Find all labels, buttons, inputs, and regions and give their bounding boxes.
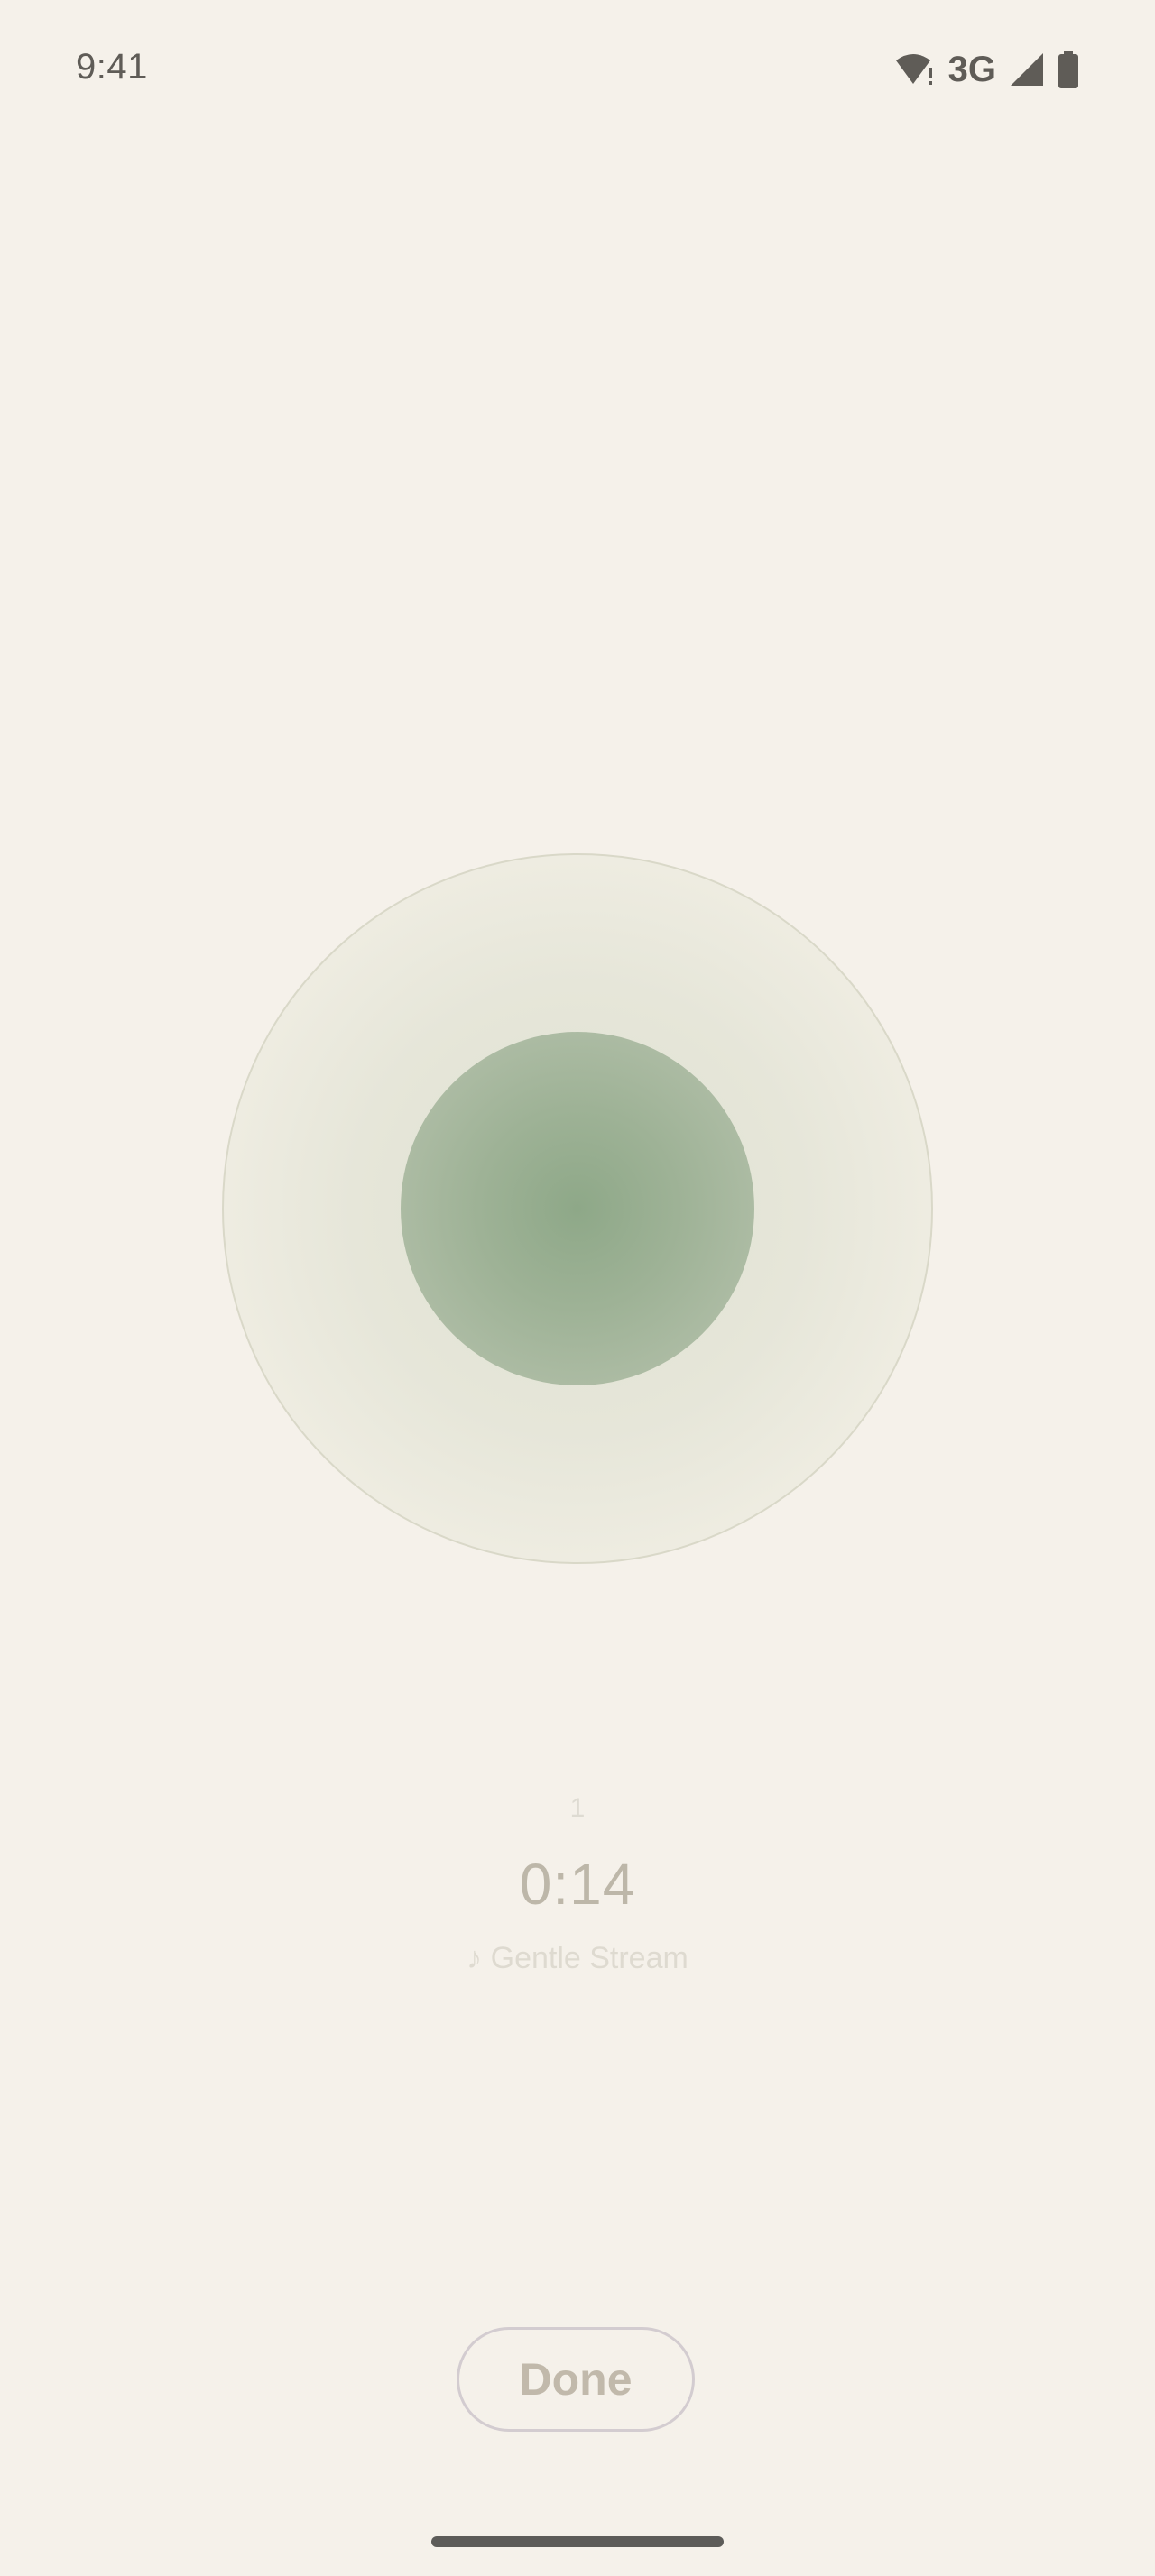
network-type-label: 3G xyxy=(947,50,996,89)
battery-icon xyxy=(1058,51,1079,88)
breath-count: 1 xyxy=(569,1793,586,1823)
wifi-alert-icon xyxy=(894,51,936,87)
done-button[interactable]: Done xyxy=(457,2327,695,2432)
status-icons: 3G xyxy=(894,49,1079,90)
status-bar: 9:41 3G xyxy=(0,0,1155,135)
breathing-visual xyxy=(222,853,933,1564)
status-time: 9:41 xyxy=(76,47,148,87)
home-indicator[interactable] xyxy=(431,2536,724,2547)
session-timer: 0:14 xyxy=(519,1852,636,1917)
breath-orb xyxy=(401,1032,754,1385)
cell-signal-icon xyxy=(1009,51,1045,87)
sound-label: ♪ Gentle Stream xyxy=(467,1941,688,1975)
